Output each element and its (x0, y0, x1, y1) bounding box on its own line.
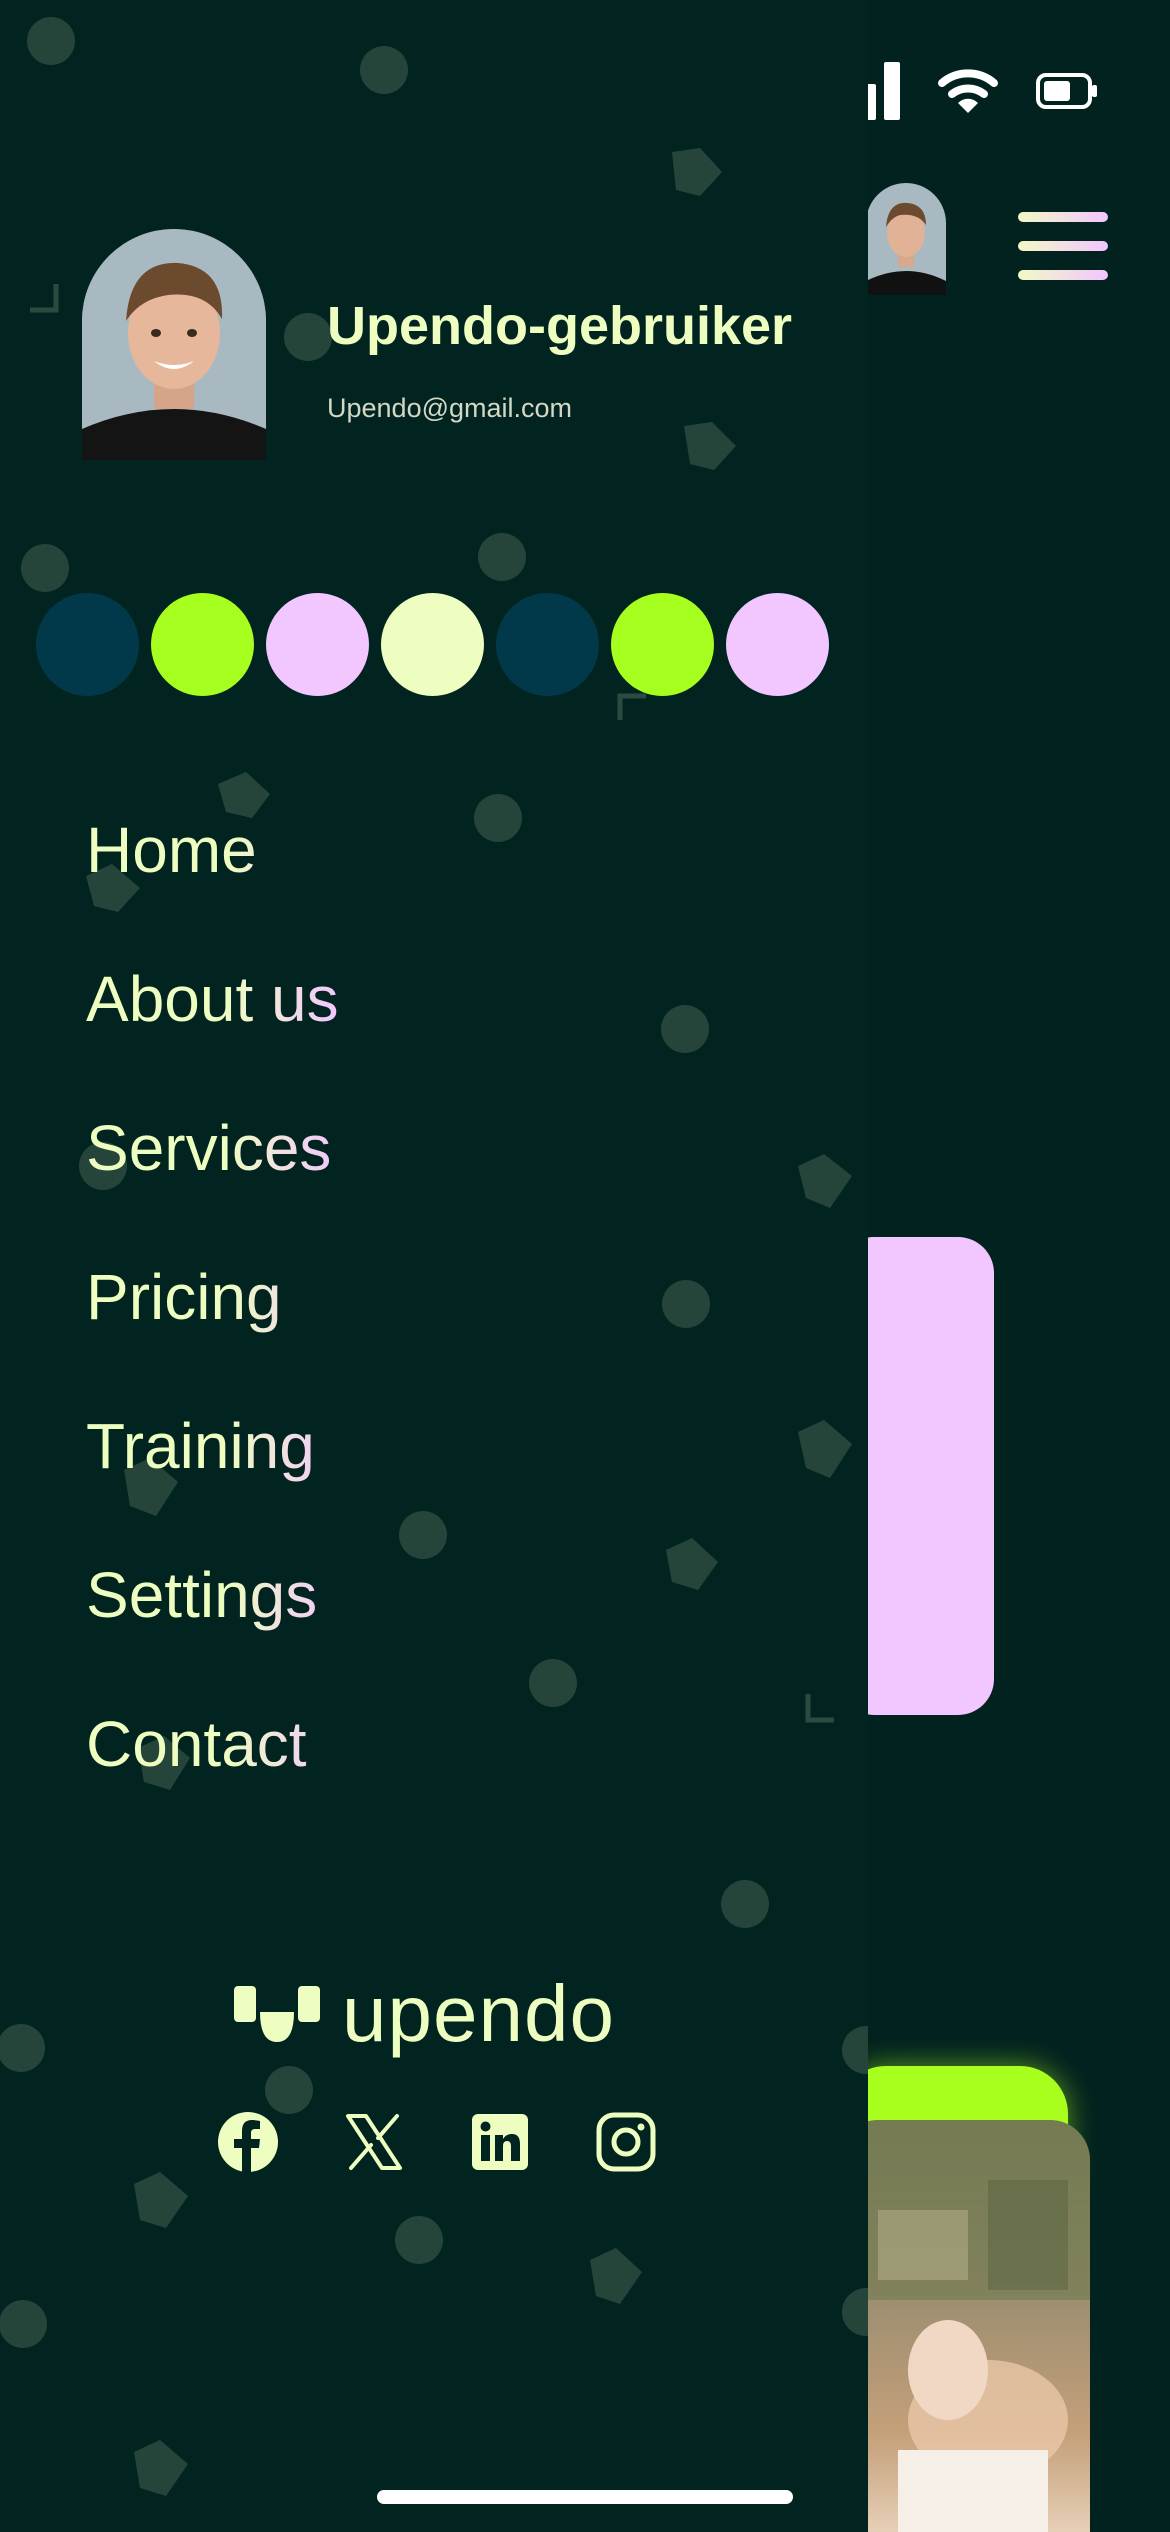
menu-item-training[interactable]: Training (86, 1408, 339, 1557)
app-screen: Upendo-gebruiker Upendo@gmail.com Home A… (0, 0, 1170, 2532)
menu-item-about-us[interactable]: About us (86, 961, 339, 1110)
color-dot (151, 593, 254, 696)
header-avatar[interactable] (866, 183, 946, 295)
menu-item-home[interactable]: Home (86, 812, 339, 961)
profile-avatar[interactable] (82, 229, 266, 460)
color-dot (381, 593, 484, 696)
main-menu: Home About us Services Pricing Training … (86, 812, 339, 1855)
facebook-icon[interactable] (216, 2110, 280, 2174)
color-dot (36, 593, 139, 696)
side-drawer: Upendo-gebruiker Upendo@gmail.com Home A… (0, 0, 868, 2532)
background-photo (838, 2120, 1090, 2532)
color-dots (36, 593, 829, 696)
social-links (216, 2110, 658, 2174)
color-dot (726, 593, 829, 696)
wifi-icon (938, 69, 998, 113)
linkedin-icon[interactable] (468, 2110, 532, 2174)
menu-item-pricing[interactable]: Pricing (86, 1259, 339, 1408)
x-icon[interactable] (342, 2110, 406, 2174)
battery-icon (1036, 73, 1097, 109)
menu-item-services[interactable]: Services (86, 1110, 339, 1259)
home-indicator (377, 2490, 793, 2504)
menu-item-settings[interactable]: Settings (86, 1557, 339, 1706)
status-bar (860, 62, 1098, 120)
brand-name: upendo (342, 1969, 615, 2058)
instagram-icon[interactable] (594, 2110, 658, 2174)
upendo-logo-icon (234, 1986, 320, 2042)
user-name: Upendo-gebruiker (327, 296, 793, 356)
menu-icon[interactable] (1018, 212, 1108, 280)
color-dot (496, 593, 599, 696)
upendo-logo: upendo (234, 1968, 615, 2060)
user-email: Upendo@gmail.com (327, 393, 573, 423)
menu-item-contact[interactable]: Contact (86, 1706, 339, 1855)
color-dot (611, 593, 714, 696)
color-dot (266, 593, 369, 696)
